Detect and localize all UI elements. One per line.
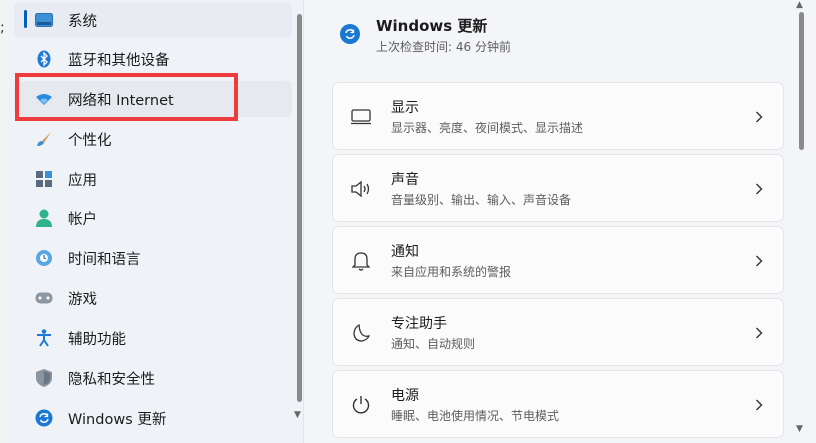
sidebar-item-label: 游戏 bbox=[68, 291, 97, 308]
edge-fragment: ; bbox=[0, 20, 5, 36]
card-title: 显示 bbox=[391, 100, 419, 116]
main-scroll-up-icon[interactable]: ▲ bbox=[796, 0, 803, 10]
sidebar-item-label: 隐私和安全性 bbox=[68, 371, 155, 388]
chevron-right-icon bbox=[751, 323, 767, 343]
system-display-icon bbox=[34, 10, 54, 30]
card-title: 电源 bbox=[391, 388, 419, 404]
sidebar-item-gaming[interactable]: 游戏 bbox=[14, 280, 292, 316]
selection-indicator bbox=[24, 10, 27, 28]
bluetooth-icon bbox=[34, 49, 54, 69]
sidebar-item-label: 蓝牙和其他设备 bbox=[68, 52, 170, 69]
card-subtitle: 音量级别、输出、输入、声音设备 bbox=[391, 193, 572, 207]
main-content: Windows 更新 上次检查时间: 46 分钟前 显示 显示器、亮度、夜间模式… bbox=[304, 0, 816, 443]
card-display[interactable]: 显示 显示器、亮度、夜间模式、显示描述 bbox=[332, 82, 784, 150]
sidebar-item-label: 帐户 bbox=[68, 211, 97, 228]
card-title: 通知 bbox=[391, 244, 419, 260]
sidebar-item-label: 辅助功能 bbox=[68, 331, 126, 348]
speaker-icon bbox=[349, 177, 373, 201]
moon-icon bbox=[349, 321, 373, 345]
chevron-right-icon bbox=[751, 251, 767, 271]
sidebar-scroll-down-icon[interactable]: ▼ bbox=[294, 410, 301, 420]
gamepad-icon bbox=[34, 288, 54, 308]
sidebar-item-system[interactable]: 系统 bbox=[14, 2, 292, 38]
sidebar-item-label: 网络和 Internet bbox=[68, 92, 174, 109]
settings-window: ; 系统 蓝牙和其他设备 网络和 Internet 个性化 应用 帐户 时间和语… bbox=[0, 0, 816, 443]
sidebar-item-label: 应用 bbox=[68, 172, 97, 189]
card-sound[interactable]: 声音 音量级别、输出、输入、声音设备 bbox=[332, 154, 784, 222]
card-subtitle: 显示器、亮度、夜间模式、显示描述 bbox=[391, 121, 584, 135]
sidebar-item-privacy[interactable]: 隐私和安全性 bbox=[14, 360, 292, 396]
chevron-right-icon bbox=[751, 107, 767, 127]
accessibility-icon bbox=[34, 328, 54, 348]
sidebar-item-network[interactable]: 网络和 Internet bbox=[14, 81, 292, 117]
sidebar: 系统 蓝牙和其他设备 网络和 Internet 个性化 应用 帐户 时间和语言 … bbox=[8, 0, 304, 443]
chevron-right-icon bbox=[751, 395, 767, 415]
sidebar-item-accounts[interactable]: 帐户 bbox=[14, 200, 292, 236]
card-subtitle: 通知、自动规则 bbox=[391, 337, 476, 351]
sidebar-scrollbar[interactable] bbox=[297, 14, 302, 402]
sidebar-item-label: 个性化 bbox=[68, 132, 112, 149]
main-scroll-down-icon[interactable]: ▼ bbox=[796, 424, 803, 434]
shield-icon bbox=[34, 368, 54, 388]
globe-clock-icon bbox=[34, 248, 54, 268]
apps-icon bbox=[34, 169, 54, 189]
wifi-icon bbox=[34, 89, 54, 109]
card-subtitle: 睡眠、电池使用情况、节电模式 bbox=[391, 409, 560, 423]
sidebar-item-bluetooth[interactable]: 蓝牙和其他设备 bbox=[14, 41, 292, 77]
main-scrollbar[interactable] bbox=[799, 12, 804, 150]
account-icon bbox=[34, 208, 54, 228]
windows-update-icon bbox=[34, 408, 54, 428]
sidebar-item-time-language[interactable]: 时间和语言 bbox=[14, 240, 292, 276]
sidebar-item-personalization[interactable]: 个性化 bbox=[14, 121, 292, 157]
update-status-title[interactable]: Windows 更新 bbox=[376, 15, 487, 36]
card-title: 声音 bbox=[391, 172, 419, 188]
card-power[interactable]: 电源 睡眠、电池使用情况、节电模式 bbox=[332, 370, 784, 438]
sidebar-item-label: 系统 bbox=[68, 13, 97, 30]
brush-icon bbox=[34, 129, 54, 149]
power-icon bbox=[349, 393, 373, 417]
monitor-icon bbox=[349, 105, 373, 129]
card-notifications[interactable]: 通知 来自应用和系统的警报 bbox=[332, 226, 784, 294]
sidebar-item-apps[interactable]: 应用 bbox=[14, 161, 292, 197]
sidebar-item-accessibility[interactable]: 辅助功能 bbox=[14, 320, 292, 356]
card-focus-assist[interactable]: 专注助手 通知、自动规则 bbox=[332, 298, 784, 366]
card-subtitle: 来自应用和系统的警报 bbox=[391, 265, 512, 279]
sidebar-item-label: Windows 更新 bbox=[68, 411, 167, 428]
bell-icon bbox=[349, 249, 373, 273]
chevron-right-icon bbox=[751, 179, 767, 199]
sidebar-item-windows-update[interactable]: Windows 更新 bbox=[14, 400, 292, 436]
sidebar-item-label: 时间和语言 bbox=[68, 251, 141, 268]
windows-update-icon bbox=[340, 24, 360, 44]
update-status-subtitle: 上次检查时间: 46 分钟前 bbox=[376, 40, 511, 54]
card-title: 专注助手 bbox=[391, 316, 447, 332]
